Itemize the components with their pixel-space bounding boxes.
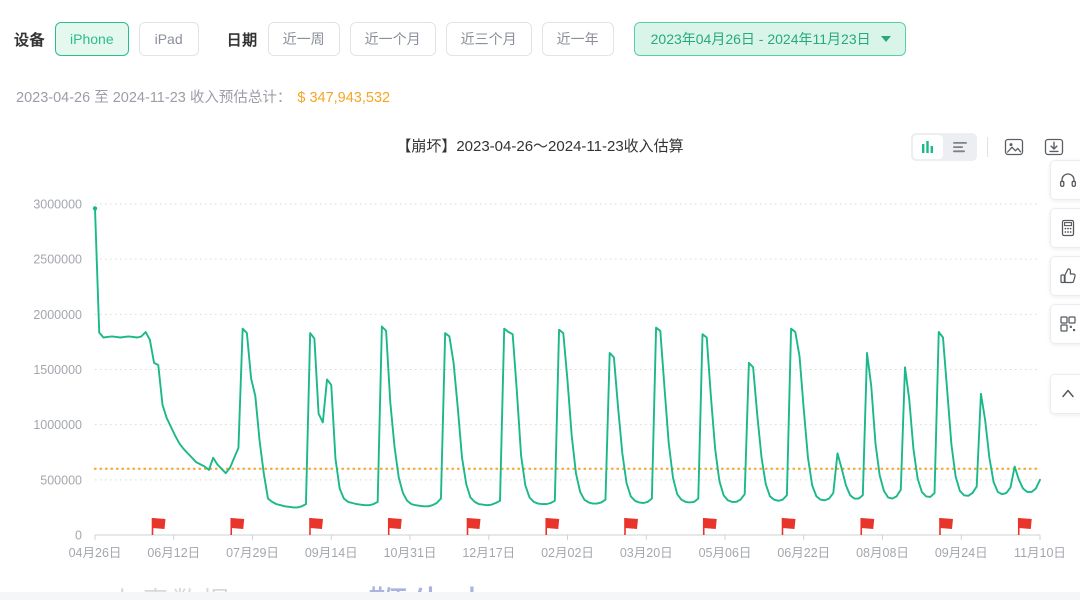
svg-text:04月26日: 04月26日 — [69, 546, 122, 560]
svg-text:0: 0 — [75, 529, 82, 543]
svg-text:500000: 500000 — [40, 473, 82, 487]
qr-code-icon[interactable] — [1050, 304, 1080, 344]
side-action-rail — [1050, 160, 1080, 414]
svg-text:07月29日: 07月29日 — [226, 546, 279, 560]
chart-plot-area[interactable]: 0 500000 1000000 1500000 2000000 2500000 30000… — [0, 162, 1080, 562]
list-lines-icon[interactable] — [945, 135, 975, 159]
date-filter-label: 日期 — [226, 31, 258, 49]
toolbar-divider — [987, 137, 988, 157]
chevron-down-icon — [880, 36, 891, 42]
chart-view-toggle-group — [911, 133, 977, 161]
svg-text:08月08日: 08月08日 — [856, 546, 909, 560]
date-option-last-month[interactable]: 近一个月 — [349, 22, 436, 56]
svg-text:3000000: 3000000 — [33, 198, 82, 212]
summary-amount: $ 347,943,532 — [297, 90, 391, 106]
thumbs-up-icon[interactable] — [1050, 256, 1080, 296]
svg-text:09月24日: 09月24日 — [935, 546, 988, 560]
svg-text:09月14日: 09月14日 — [305, 546, 358, 560]
red-flag-icon — [545, 518, 560, 535]
svg-text:2500000: 2500000 — [33, 253, 82, 267]
device-option-ipad[interactable]: iPad — [138, 22, 199, 56]
download-icon[interactable] — [1038, 132, 1070, 162]
date-option-last-week[interactable]: 近一周 — [267, 22, 340, 56]
red-flag-icon — [387, 518, 402, 535]
svg-text:06月12日: 06月12日 — [147, 546, 200, 560]
red-flag-icon — [781, 518, 796, 535]
red-flag-icon — [939, 518, 953, 535]
svg-text:05月06日: 05月06日 — [699, 546, 752, 560]
svg-text:11月10日: 11月10日 — [1014, 546, 1066, 560]
svg-text:12月17日: 12月17日 — [462, 546, 515, 560]
revenue-line-chart: 0 500000 1000000 1500000 2000000 2500000 30000… — [33, 198, 1066, 561]
summary-text: 2023-04-26 至 2024-11-23 收入预估总计： — [16, 90, 292, 106]
chart-toolbar — [911, 132, 1070, 162]
red-flag-icon — [860, 518, 875, 535]
svg-text:1000000: 1000000 — [33, 418, 82, 432]
headset-support-icon[interactable] — [1050, 160, 1080, 200]
back-to-top-icon[interactable] — [1050, 374, 1080, 414]
calculator-icon[interactable] — [1050, 208, 1080, 248]
red-flag-icon — [466, 518, 481, 535]
device-filter-label: 设备 — [14, 31, 46, 49]
date-option-last-three-months[interactable]: 近三个月 — [445, 22, 532, 56]
svg-text:02月02日: 02月02日 — [541, 546, 594, 560]
date-range-picker[interactable]: 2023年04月26日 - 2024年11月23日 — [633, 22, 906, 56]
device-option-iphone[interactable]: iPhone — [55, 22, 129, 56]
svg-text:06月22日: 06月22日 — [777, 546, 830, 560]
image-export-icon[interactable] — [998, 132, 1030, 162]
red-flag-icon — [309, 518, 323, 535]
svg-text:1500000: 1500000 — [33, 363, 82, 377]
svg-text:2000000: 2000000 — [33, 308, 82, 322]
revenue-chart-card: 【崩坏】2023-04-26～2024-11-23收入估算 0 500000 1… — [0, 122, 1080, 600]
page-bottom-band — [0, 592, 1080, 600]
date-range-value: 2023年04月26日 - 2024年11月23日 — [650, 31, 871, 47]
bar-chart-icon[interactable] — [913, 135, 943, 159]
svg-text:10月31日: 10月31日 — [384, 546, 437, 560]
red-flag-icon — [151, 518, 166, 535]
svg-text:03月20日: 03月20日 — [620, 546, 673, 560]
red-flag-icon — [702, 518, 717, 535]
revenue-summary: 2023-04-26 至 2024-11-23 收入预估总计： $ 347,943… — [16, 86, 390, 107]
red-flag-icon — [230, 518, 245, 535]
date-option-last-year[interactable]: 近一年 — [541, 22, 614, 56]
red-flag-icon — [1017, 518, 1032, 535]
red-flag-icon — [624, 518, 638, 535]
filter-toolbar: 设备 iPhone iPad 日期 近一周 近一个月 近三个月 近一年 2023… — [0, 0, 1080, 78]
revenue-analytics-page: 设备 iPhone iPad 日期 近一周 近一个月 近三个月 近一年 2023… — [0, 0, 1080, 600]
